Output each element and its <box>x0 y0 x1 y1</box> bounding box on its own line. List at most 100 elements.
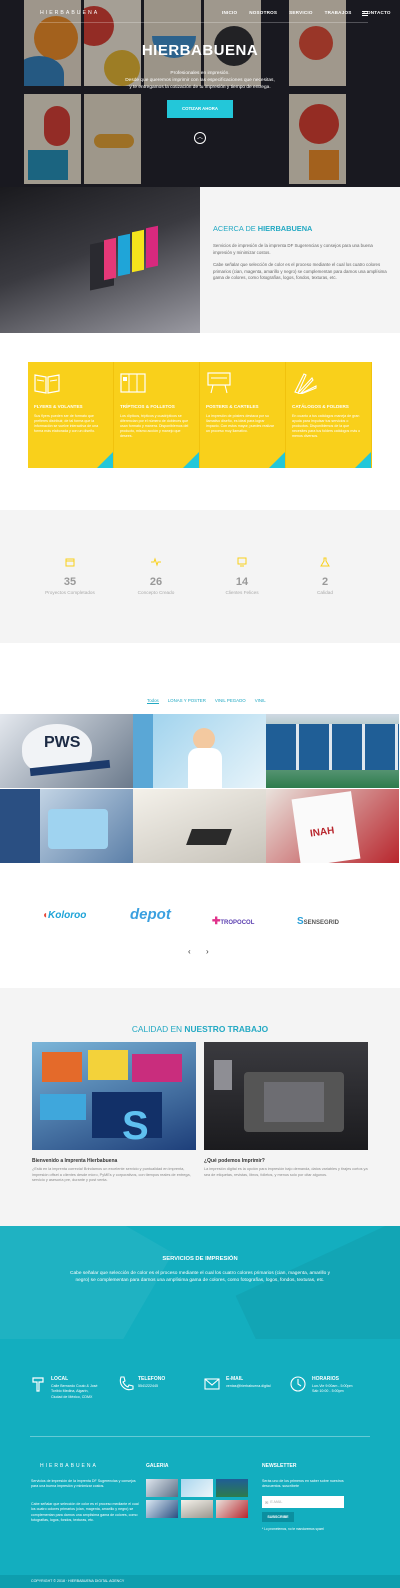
quality-left-text: ¿Está en la imprenta correcta! Brindamos… <box>32 1167 191 1183</box>
carousel-next-icon[interactable]: › <box>206 947 209 956</box>
about-paragraph: Cabe señalar que selección de color es e… <box>213 262 387 280</box>
about-paragraph: Servicios de impresión de la imprenta DF… <box>213 243 373 255</box>
quality-image-right[interactable] <box>204 1042 368 1150</box>
flyer-icon <box>34 374 60 394</box>
service-title: CATÁLOGOS & FOLDERS <box>292 404 349 409</box>
service-corner <box>269 452 285 468</box>
service-card[interactable]: FLYERS & VOLANTES Sus flyers pueden ser … <box>28 362 114 468</box>
phone-icon <box>119 1376 134 1391</box>
portfolio-tabs: Todos LONAS Y POSTER VINIL PEGADO VINIL <box>147 698 266 704</box>
gallery-thumb[interactable] <box>181 1479 213 1497</box>
contact-title: TELEFONO <box>138 1376 166 1382</box>
cyan-cartridge <box>118 233 130 277</box>
subscribe-button[interactable]: SUBSCRIBE <box>262 1512 294 1522</box>
quality-title: CALIDAD EN NUESTRO TRABAJO <box>0 1024 400 1034</box>
contact-line[interactable]: 5541222445 <box>138 1384 208 1389</box>
stat-item: 14 Clientes Felices <box>202 554 282 595</box>
quality-col-right: ¿Qué podemos Imprimir? La impresión digi… <box>204 1158 368 1178</box>
about-title: ACERCA DE HIERBABUENA <box>213 224 388 233</box>
services-grid: FLYERS & VOLANTES Sus flyers pueden ser … <box>28 362 372 468</box>
footer-about-text: Cabe señalar que selección de color es e… <box>31 1502 139 1522</box>
gallery-thumb[interactable] <box>181 1500 213 1518</box>
contact-line: Sáb 10:00 - 5:00pm <box>312 1389 344 1394</box>
portfolio-item[interactable]: PWS <box>0 714 133 788</box>
pulse-icon <box>151 557 161 567</box>
hero-subtitle-line: Profesionales en impresión. <box>170 71 230 76</box>
contact-title: HORARIOS <box>312 1376 339 1382</box>
tab-lonas-poster[interactable]: LONAS Y POSTER <box>168 698 206 704</box>
stat-item: 2 Calidad <box>285 554 365 595</box>
gallery-thumb[interactable] <box>146 1479 178 1497</box>
service-text: Los dípticos, trípticos y cuadrípticos s… <box>120 414 189 438</box>
calendar-icon <box>65 558 75 567</box>
footer-divider <box>30 1436 370 1437</box>
monitor-icon <box>237 557 247 567</box>
service-card[interactable]: POSTERS & CARTELES La impresión de póste… <box>200 362 286 468</box>
quality-col-left: Bienvenido a Imprenta Hierbabuena ¿Está … <box>32 1158 196 1184</box>
magenta-cartridge <box>146 225 158 269</box>
stat-value: 14 <box>235 576 249 588</box>
newsletter-email-input[interactable]: ✉ E-MAIL <box>262 1496 344 1508</box>
sensegrid-mark-icon: S <box>297 916 304 927</box>
stat-item: 26 Concepto Creado <box>116 554 196 595</box>
logo[interactable]: HIERBABUENA <box>40 10 99 16</box>
brand-logo-tropocol[interactable]: ✚TROPOCOL <box>212 916 254 927</box>
service-card[interactable]: CATÁLOGOS & FOLDERS En cuanto a tus catá… <box>286 362 372 468</box>
service-card[interactable]: TRÍPTICOS & FOLLETOS Los dípticos, trípt… <box>114 362 200 468</box>
mail-icon <box>204 1378 220 1390</box>
privacy-note: * Lo prometemos, no te mandaremos spam! <box>262 1527 325 1531</box>
quality-image-left[interactable]: S <box>32 1042 196 1150</box>
service-text: Sus flyers pueden ser de formato que pre… <box>34 414 99 433</box>
portfolio-item[interactable] <box>133 714 266 788</box>
footer-logo[interactable]: HIERBABUENA <box>40 1463 98 1469</box>
nav-inicio[interactable]: INICIO <box>222 10 237 15</box>
portfolio-item[interactable] <box>133 789 266 863</box>
hero-section: HIERBABUENA INICIO NOSOTROS SERVICIO TRA… <box>0 0 400 187</box>
service-corner <box>183 452 199 468</box>
stat-value: 35 <box>63 576 77 588</box>
hero-subtitle-line: y te entregamos la cotización de tu impr… <box>129 85 271 90</box>
brand-logo-depot[interactable]: depot <box>130 906 171 923</box>
tab-vinil-pegado[interactable]: VINIL PEGADO <box>215 698 246 704</box>
menu-icon[interactable] <box>362 11 368 17</box>
about-title-brand: HIERBABUENA <box>257 224 313 233</box>
brand-logo-sensegrid[interactable]: SSENSEGRID <box>297 916 339 927</box>
pin-icon <box>32 1377 44 1392</box>
flask-icon <box>320 557 330 567</box>
hero-title: HIERBABUENA <box>141 42 259 59</box>
nav-servicio[interactable]: SERVICIO <box>289 10 312 15</box>
contact-title: E-MAIL <box>226 1376 244 1382</box>
service-text: La impresión de pósters destaca por su l… <box>206 414 275 433</box>
nav-nosotros[interactable]: NOSOTROS <box>249 10 277 15</box>
gallery-thumb[interactable] <box>216 1500 248 1518</box>
stat-label: Proyectos Completados <box>45 590 95 595</box>
printing-services-text: Cabe señalar que selección de color es e… <box>70 1271 330 1283</box>
email-placeholder: E-MAIL <box>270 1500 283 1504</box>
brand-logo-koloroo[interactable]: ◖Koloroo <box>42 910 86 921</box>
quote-button[interactable]: COTIZAR AHORA <box>167 100 233 118</box>
quality-title-prefix: CALIDAD EN <box>131 1024 183 1034</box>
portfolio-item[interactable]: INAH <box>266 789 399 863</box>
quality-right-text: La impresión digital es la opción para i… <box>204 1167 368 1177</box>
service-text: En cuanto a tus catálogos maneja de gran… <box>292 414 361 438</box>
carousel-prev-icon[interactable]: ‹ <box>188 947 191 956</box>
about-section: ACERCA DE HIERBABUENA Servicios de impre… <box>200 187 400 333</box>
quality-left-heading: Bienvenido a Imprenta Hierbabuena <box>32 1158 118 1164</box>
contact-line[interactable]: ventas@hierbabuena.digital <box>226 1384 296 1389</box>
gallery-thumb[interactable] <box>146 1500 178 1518</box>
footer <box>0 1339 400 1575</box>
nav-trabajos[interactable]: TRABAJOS <box>325 10 352 15</box>
footer-gallery <box>146 1479 250 1518</box>
printer-image <box>0 187 200 333</box>
tab-vinil[interactable]: VINIL <box>255 698 266 704</box>
service-corner <box>355 452 371 468</box>
portfolio-item[interactable] <box>0 789 133 863</box>
gallery-thumb[interactable] <box>216 1479 248 1497</box>
tab-todos[interactable]: Todos <box>147 698 159 704</box>
brochure-icon <box>120 373 146 393</box>
footer-about-text: Servicios de impresión de la imprenta DF… <box>31 1479 136 1489</box>
catalog-icon <box>294 373 317 394</box>
magenta-cartridge <box>104 237 116 281</box>
scroll-up-icon[interactable]: ︿ <box>194 132 206 144</box>
portfolio-item[interactable] <box>266 714 399 788</box>
